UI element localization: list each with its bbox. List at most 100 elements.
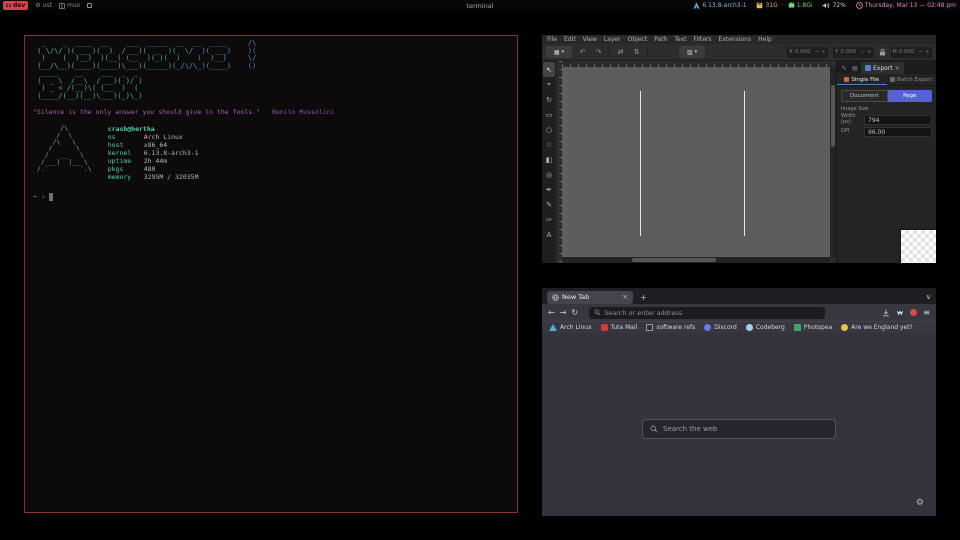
menu-extensions[interactable]: Extensions [719, 36, 752, 43]
batch-export-tab[interactable]: Batch Export [887, 74, 937, 85]
active-tab[interactable]: New Tab × [547, 291, 633, 304]
tool-node-editor[interactable]: ⌖ [543, 77, 555, 92]
menu-layer[interactable]: Layer [604, 36, 621, 43]
canvas-area [562, 61, 836, 263]
decrement-button[interactable]: − [919, 49, 924, 55]
menu-path[interactable]: Path [654, 36, 667, 43]
terminal-window[interactable]: _ _ ____ __ ___ _____ __ __ ____ /\ ( \/… [24, 35, 518, 513]
bookmark-codeberg[interactable]: Codeberg [746, 324, 785, 331]
bookmark-folder-software-refs[interactable]: software refs [646, 324, 695, 331]
decrement-button[interactable]: − [815, 49, 820, 55]
clock-text: Thursday, Mar 13 — 02:48 pm [865, 2, 956, 9]
increment-button[interactable]: + [821, 49, 826, 55]
selection-mode-dropdown[interactable]: ▦ ▾ [546, 46, 572, 58]
bookmark-arch-linux[interactable]: Arch Linux [549, 324, 592, 331]
shell-prompt[interactable]: ~ › [33, 193, 509, 201]
flip-horizontal-button[interactable]: ⇄ [615, 48, 626, 56]
fetch-output: /\ / \ /\ \ / \ / __ \ / __| |__ \ /.` `… [33, 125, 509, 181]
menu-file[interactable]: File [547, 36, 557, 43]
layers-dialog-tab[interactable]: ▤ [850, 63, 860, 74]
tool-rectangle[interactable]: ▭ [543, 107, 555, 122]
document-button[interactable]: Document [841, 90, 888, 102]
fortune-quote: "Silence is the only answer you should g… [33, 108, 509, 116]
extension-icon[interactable] [910, 309, 917, 316]
menu-filters[interactable]: Filters [694, 36, 712, 43]
tool-zoom[interactable]: ↻ [543, 92, 555, 107]
personalize-gear-icon[interactable]: ⚙ [916, 498, 924, 508]
rotate-ccw-button[interactable]: ↶ [577, 48, 588, 56]
volume-text: 72% [832, 2, 845, 9]
lock-ratio-icon[interactable] [879, 48, 886, 56]
menu-edit[interactable]: Edit [564, 36, 576, 43]
select-grid-icon: ▦ [554, 49, 560, 56]
browser-window[interactable]: New Tab × + ∨ ← → ↻ ≡ Arch Linux Tuta Ma… [542, 288, 936, 516]
flip-vertical-button[interactable]: ⇅ [631, 48, 642, 56]
h-value: 0.000 [899, 49, 917, 55]
url-bar[interactable] [589, 307, 825, 319]
dpi-input[interactable]: 96.00 [864, 127, 932, 137]
new-tab-button[interactable]: + [640, 293, 647, 302]
forward-button[interactable]: → [560, 308, 567, 317]
tool-ellipse[interactable]: ○ [543, 122, 555, 137]
page-button[interactable]: Page [888, 90, 933, 102]
scrollbar-thumb[interactable] [632, 258, 716, 262]
url-input[interactable] [604, 309, 820, 317]
menu-object[interactable]: Object [628, 36, 648, 43]
height-field[interactable]: H 0.000 − + [891, 47, 932, 58]
tool-calligraphy[interactable]: ✑ [543, 212, 555, 227]
tool-pencil[interactable]: ✎ [543, 197, 555, 212]
y-coordinate-field[interactable]: Y 0.000 − + [833, 47, 874, 58]
inkscape-toolbox: ↖ ⌖ ↻ ▭ ○ ☆ ◧ ◎ ✒ ✎ ✑ A [542, 61, 556, 263]
librewolf-icon[interactable] [896, 309, 904, 317]
scrollbar-thumb[interactable] [831, 85, 835, 147]
align-grid-icon: ▥ [687, 49, 693, 56]
rotate-cw-button[interactable]: ↷ [593, 48, 604, 56]
tool-selector[interactable]: ↖ [543, 62, 555, 77]
fetch-label: os [108, 133, 144, 141]
bookmark-photopea[interactable]: Photopea [794, 324, 832, 331]
newtab-search-input[interactable] [663, 425, 828, 433]
tool-spiral[interactable]: ◎ [543, 167, 555, 182]
dpi-row: DPI 96.00 [841, 127, 932, 137]
back-button[interactable]: ← [548, 308, 555, 317]
inkscape-window[interactable]: File Edit View Layer Object Path Text Fi… [542, 35, 936, 263]
downloads-icon[interactable] [882, 309, 890, 317]
bookmark-discord[interactable]: Discord [704, 324, 737, 331]
tool-pen[interactable]: ✒ [543, 182, 555, 197]
single-file-tab[interactable]: Single File [837, 74, 887, 85]
fetch-value: 2h 44m [144, 157, 167, 165]
memory-text: 1.8Gi [797, 2, 813, 9]
export-dialog-tab[interactable]: Export × [861, 62, 904, 74]
width-row: Width (px) 794 [841, 114, 932, 125]
x-coordinate-field[interactable]: X 0.000 − + [787, 47, 828, 58]
dpi-label: DPI [841, 129, 861, 135]
bookmark-tuta-mail[interactable]: Tuta Mail [601, 324, 638, 331]
tool-star[interactable]: ☆ [543, 137, 555, 152]
bookmark-are-we-england-yet[interactable]: Are we England yet? [841, 324, 913, 331]
menu-help[interactable]: Help [758, 36, 772, 43]
reload-button[interactable]: ↻ [571, 308, 578, 317]
close-icon[interactable]: × [895, 65, 900, 72]
decrement-button[interactable]: − [860, 49, 865, 55]
quote-author: Benito Mussolini [272, 108, 335, 116]
tool-text[interactable]: A [543, 227, 555, 242]
newtab-search-box[interactable] [642, 419, 836, 439]
menu-view[interactable]: View [583, 36, 597, 43]
align-dropdown[interactable]: ▥ ▾ [679, 46, 705, 58]
arch-favicon [549, 324, 557, 331]
search-icon [650, 425, 658, 433]
tool-3dbox[interactable]: ◧ [543, 152, 555, 167]
close-tab-icon[interactable]: × [622, 293, 628, 301]
increment-button[interactable]: + [925, 49, 930, 55]
list-tabs-icon[interactable]: ∨ [926, 293, 931, 301]
width-input[interactable]: 794 [864, 115, 932, 125]
inkscape-canvas[interactable] [562, 67, 830, 257]
desktop: dev ⚙ ust mux terminal 6.13.8-arch3-1 · … [0, 0, 960, 540]
objects-dialog-tab[interactable]: ✎ [839, 63, 849, 74]
menu-icon[interactable]: ≡ [923, 308, 930, 317]
codeberg-favicon [746, 324, 753, 331]
canvas-horizontal-scrollbar[interactable] [562, 257, 830, 263]
increment-button[interactable]: + [867, 49, 872, 55]
welcome-ascii-art: _ _ ____ __ ___ _____ __ __ ____ /\ ( \/… [33, 40, 509, 100]
menu-text[interactable]: Text [674, 36, 686, 43]
